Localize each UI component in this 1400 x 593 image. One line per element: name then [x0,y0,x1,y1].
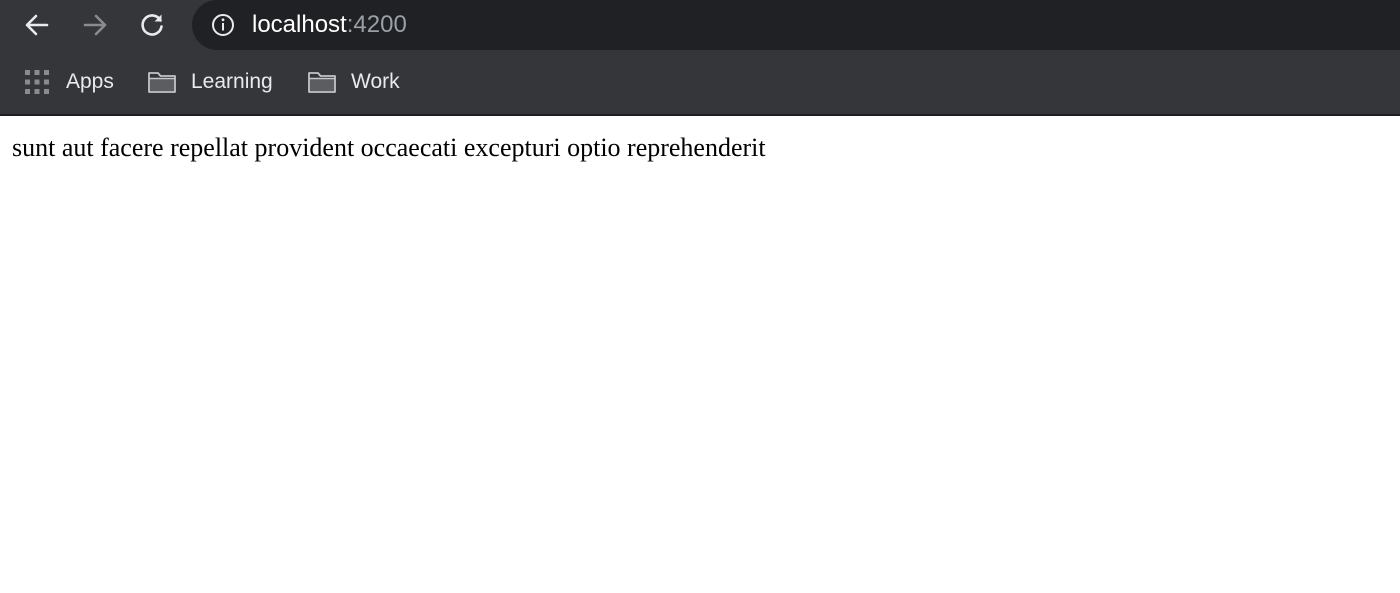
bookmark-label: Learning [191,70,273,93]
bookmark-apps[interactable]: Apps [24,67,114,97]
back-button[interactable] [19,7,55,43]
browser-chrome: localhost:4200 Apps Learning Work [0,0,1400,116]
arrow-right-icon [83,14,107,36]
page-content: sunt aut facere repellat provident occae… [0,116,1400,593]
bookmark-label: Work [351,70,400,93]
url-text[interactable]: localhost:4200 [252,11,407,39]
url-host: localhost [252,11,347,38]
reload-button[interactable] [134,7,170,43]
bookmark-folder-work[interactable]: Work [307,67,400,97]
bookmark-folder-learning[interactable]: Learning [147,67,273,97]
post-title: sunt aut facere repellat provident occae… [12,133,766,162]
folder-icon [148,72,176,93]
info-icon[interactable] [210,12,236,38]
folder-icon [308,72,336,93]
browser-toolbar: localhost:4200 [0,0,1400,50]
url-port: :4200 [346,11,407,38]
apps-grid-icon [25,70,49,94]
forward-button[interactable] [77,7,113,43]
bookmarks-bar: Apps Learning Work [0,58,1400,106]
address-bar[interactable]: localhost:4200 [192,0,1400,50]
bookmark-label: Apps [66,70,114,93]
arrow-left-icon [25,14,49,36]
reload-icon [141,14,163,36]
